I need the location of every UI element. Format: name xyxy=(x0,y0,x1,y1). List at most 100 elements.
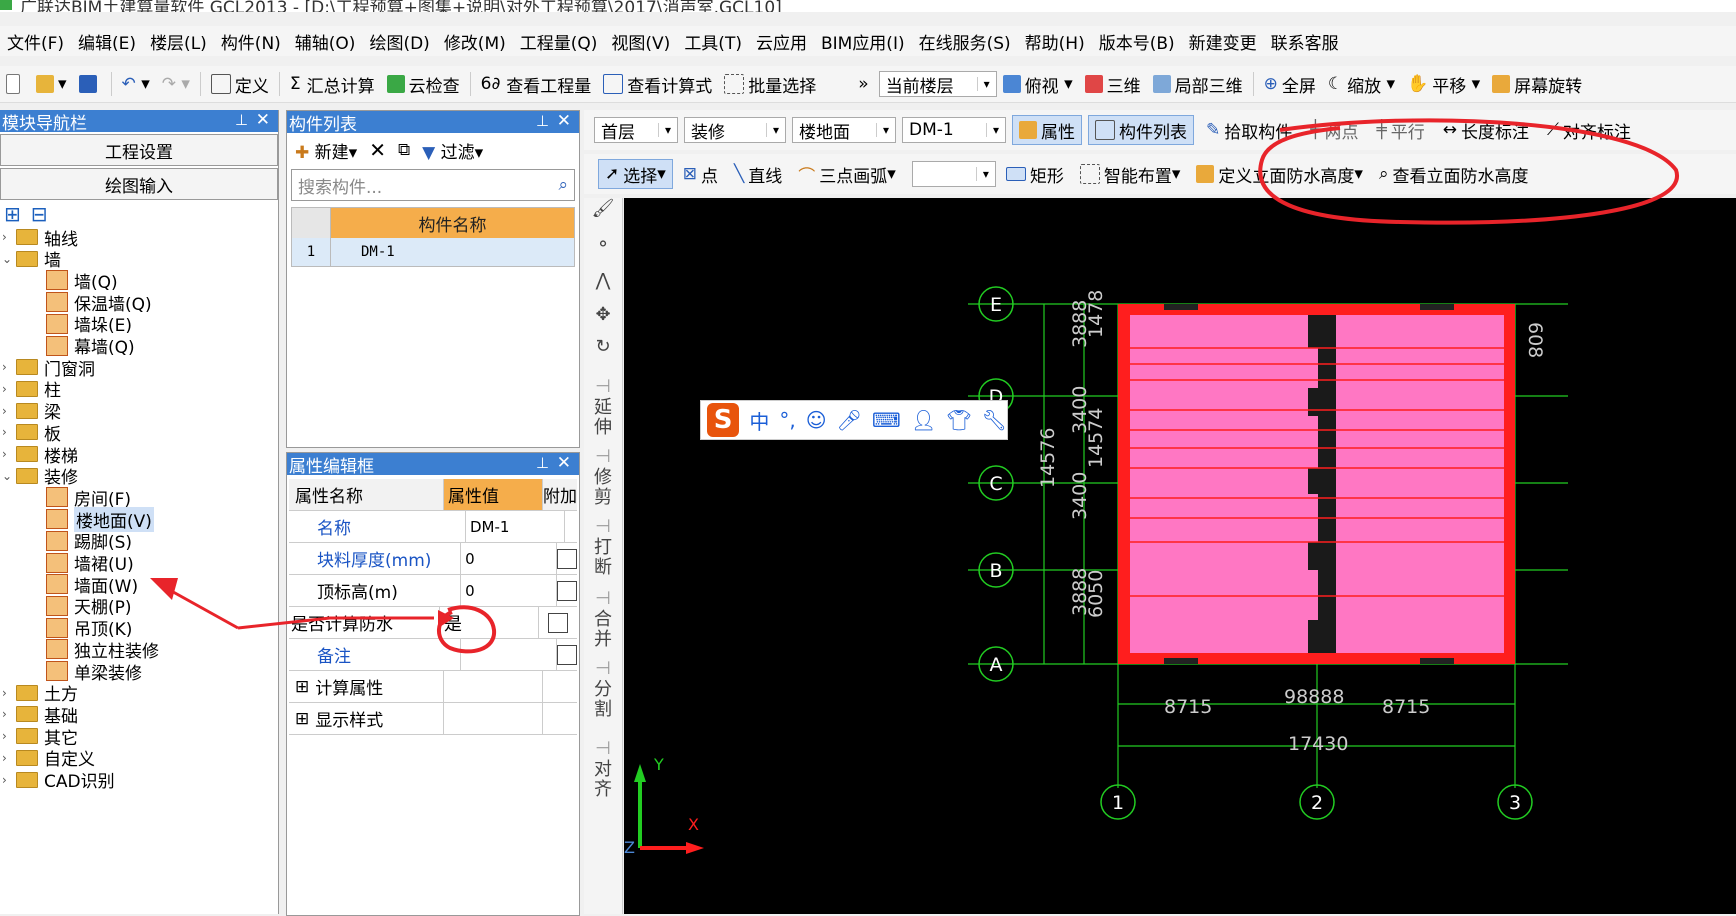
drawing-input-button[interactable]: 绘图输入 xyxy=(0,168,278,200)
chevron-right-icon[interactable]: › xyxy=(2,382,12,396)
expand-icon[interactable]: ⊞ xyxy=(295,677,309,697)
view-qty-button[interactable]: 6∂ 查看工程量 xyxy=(475,72,598,97)
punctuation-icon[interactable]: °, xyxy=(779,408,795,432)
fullscreen-button[interactable]: ⊕ 全屏 xyxy=(1258,72,1322,97)
tree-item[interactable]: › 土方 xyxy=(2,682,78,705)
component-select[interactable]: DM-1 ▾ xyxy=(902,117,1006,143)
property-group-row[interactable]: ⊞ 计算属性 xyxy=(289,671,577,703)
property-row[interactable]: 名称 DM-1 xyxy=(289,511,577,543)
chevron-right-icon[interactable]: › xyxy=(2,729,12,743)
chevron-right-icon[interactable]: › xyxy=(2,230,12,244)
tree-item[interactable]: › 门窗洞 xyxy=(2,356,95,380)
close-icon[interactable]: ✕ xyxy=(256,110,270,130)
define-button[interactable]: 定义 xyxy=(205,72,275,97)
tree-item[interactable]: 墙(Q) xyxy=(46,269,118,293)
side-tool-button[interactable]: ⊣ 对齐 xyxy=(590,738,616,800)
screen-rotate-button[interactable]: 屏幕旋转 xyxy=(1486,72,1588,97)
top-view-button[interactable]: 俯视 ▾ xyxy=(997,72,1079,97)
pick-component-button[interactable]: ✎ 拾取构件 xyxy=(1200,118,1298,143)
property-row[interactable]: 顶标高(m) 0 xyxy=(289,575,577,607)
chevron-right-icon[interactable]: › xyxy=(2,360,12,374)
property-row[interactable]: 备注 xyxy=(289,639,577,671)
more-tools-button[interactable]: » xyxy=(852,74,874,94)
tree-item[interactable]: 房间(F) xyxy=(46,486,131,510)
arc-mode-select[interactable]: ▾ xyxy=(911,161,996,187)
view-wp-height-button[interactable]: ⌕ 查看立面防水高度 xyxy=(1373,162,1535,187)
side-tool-button[interactable]: ⊣ 延伸 xyxy=(590,376,616,438)
chevron-right-icon[interactable]: › xyxy=(2,707,12,721)
side-tool-button[interactable]: ⊣ 修剪 xyxy=(590,446,616,508)
two-point-button[interactable]: ┼ 两点 xyxy=(1304,118,1364,143)
extra-checkbox[interactable] xyxy=(557,580,577,601)
chevron-right-icon[interactable]: › xyxy=(2,447,12,461)
expand-all-icon[interactable]: ⊞ xyxy=(4,202,21,226)
component-search-input[interactable]: 搜索构件... ⌕ xyxy=(291,169,575,201)
menu-item[interactable]: 文件(F) xyxy=(0,29,71,54)
floor-view-select[interactable]: 当前楼层 ▾ xyxy=(878,71,997,97)
menu-item[interactable]: 楼层(L) xyxy=(143,29,214,54)
circle-link-icon[interactable]: ⚬ xyxy=(590,234,616,256)
new-file-button[interactable] xyxy=(0,74,30,94)
emoji-icon[interactable]: ☺ xyxy=(806,408,827,432)
local-3d-button[interactable]: 局部三维 xyxy=(1147,72,1249,97)
extra-checkbox[interactable] xyxy=(557,548,577,569)
rotate-icon[interactable]: ↻ xyxy=(590,336,616,358)
line-button[interactable]: ╲ 直线 xyxy=(728,162,788,187)
menu-item[interactable]: 工具(T) xyxy=(677,29,749,54)
chevron-right-icon[interactable]: › xyxy=(2,751,12,765)
pin-icon[interactable]: ⊥ xyxy=(235,111,248,129)
menu-item[interactable]: 工程量(Q) xyxy=(513,29,605,54)
tree-item[interactable]: › 柱 xyxy=(2,378,61,401)
tree-item[interactable]: 独立柱装修 xyxy=(46,638,159,662)
tree-item[interactable]: ⌄ 装修 xyxy=(2,465,78,488)
expand-icon[interactable]: ⊞ xyxy=(295,709,309,729)
ime-mode-label[interactable]: 中 xyxy=(749,406,769,435)
menu-item[interactable]: 辅轴(O) xyxy=(288,29,363,54)
open-file-button[interactable]: ▾ xyxy=(30,74,73,94)
type-select[interactable]: 楼地面 ▾ xyxy=(792,117,896,143)
undo-button[interactable]: ↶ ▾ xyxy=(116,74,156,94)
tree-item[interactable]: 天棚(P) xyxy=(46,595,132,618)
tree-item[interactable]: 幕墙(Q) xyxy=(46,335,135,358)
property-value[interactable] xyxy=(461,639,557,670)
chevron-right-icon[interactable]: › xyxy=(2,425,12,439)
property-value[interactable]: 0 xyxy=(461,543,557,574)
pin-icon[interactable]: ⊥ xyxy=(536,454,549,472)
side-tool-button[interactable]: ⊣ 打断 xyxy=(590,516,616,578)
menu-item[interactable]: 联系客服 xyxy=(1264,29,1346,54)
menu-item[interactable]: 视图(V) xyxy=(604,29,677,54)
tree-item[interactable]: 楼地面(V) xyxy=(46,506,154,532)
menu-item[interactable]: 编辑(E) xyxy=(71,29,143,54)
tree-item[interactable]: 踢脚(S) xyxy=(46,530,132,553)
chevron-right-icon[interactable]: › xyxy=(2,404,12,418)
save-button[interactable] xyxy=(73,75,107,93)
tree-item[interactable]: › 轴线 xyxy=(2,226,78,250)
property-value[interactable]: 0 xyxy=(461,575,557,606)
pan-button[interactable]: ✋ 平移 ▾ xyxy=(1401,72,1486,97)
menu-item[interactable]: BIM应用(I) xyxy=(814,29,912,54)
menu-item[interactable]: 云应用 xyxy=(749,29,814,54)
tree-item[interactable]: › CAD识别 xyxy=(2,769,115,792)
properties-toggle[interactable]: 属性 xyxy=(1012,115,1082,145)
filter-button[interactable]: ▼ 过滤▾ xyxy=(422,138,483,163)
redo-button[interactable]: ↷ ▾ xyxy=(156,74,196,94)
tree-item[interactable]: 吊顶(K) xyxy=(46,617,132,640)
tree-item[interactable]: › 梁 xyxy=(2,400,61,423)
project-settings-button[interactable]: 工程设置 xyxy=(0,134,278,166)
collapse-all-icon[interactable]: ⊟ xyxy=(31,202,48,226)
copy-icon[interactable]: ⧉ xyxy=(398,140,410,160)
side-tool-button[interactable]: ⊣ 合并 xyxy=(590,588,616,650)
point-button[interactable]: ⊠ 点 xyxy=(677,162,724,187)
select-button[interactable]: ➚ 选择 ▾ xyxy=(598,159,673,189)
brush-icon[interactable]: 🖌︎ xyxy=(590,198,616,220)
chevron-right-icon[interactable]: › xyxy=(2,773,12,787)
side-tool-button[interactable]: ⊣ 分割 xyxy=(590,658,616,720)
menu-item[interactable]: 新建变更 xyxy=(1182,29,1264,54)
arc-button[interactable]: ⌒ 三点画弧 ▾ xyxy=(792,162,902,187)
tree-item[interactable]: › 基础 xyxy=(2,703,78,727)
tree-item[interactable]: ⌄ 墙 xyxy=(2,248,61,271)
tree-item[interactable]: › 自定义 xyxy=(2,747,95,770)
chevron-down-icon[interactable]: ⌄ xyxy=(2,469,12,483)
rect-button[interactable]: 矩形 xyxy=(1000,162,1070,187)
tree-item[interactable]: 保温墙(Q) xyxy=(46,291,152,315)
